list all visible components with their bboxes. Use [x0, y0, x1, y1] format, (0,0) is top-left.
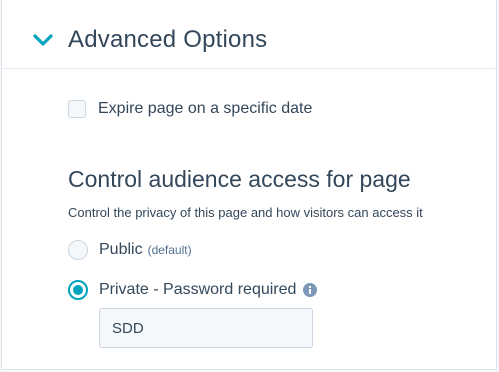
default-hint: (default) [147, 243, 192, 257]
password-input[interactable] [99, 308, 313, 348]
expire-page-label: Expire page on a specific date [98, 100, 313, 117]
section-title: Advanced Options [68, 26, 268, 53]
header-divider [3, 68, 495, 69]
private-radio[interactable] [68, 280, 88, 300]
chevron-down-icon [33, 34, 53, 46]
advanced-options-toggle[interactable]: Advanced Options [32, 20, 267, 60]
public-radio[interactable] [68, 240, 88, 260]
audience-access-description: Control the privacy of this page and how… [68, 205, 423, 220]
private-label: Private - Password required [99, 281, 297, 298]
info-icon[interactable] [303, 283, 318, 297]
advanced-options-panel: Advanced Options Expire page on a specif… [1, 0, 497, 370]
expire-page-option[interactable]: Expire page on a specific date [68, 100, 312, 118]
expire-page-checkbox[interactable] [68, 100, 86, 118]
audience-access-heading: Control audience access for page [68, 166, 411, 192]
private-option[interactable]: Private - Password required [68, 280, 318, 300]
public-option[interactable]: Public (default) [68, 240, 192, 260]
public-label: Public [99, 241, 143, 258]
